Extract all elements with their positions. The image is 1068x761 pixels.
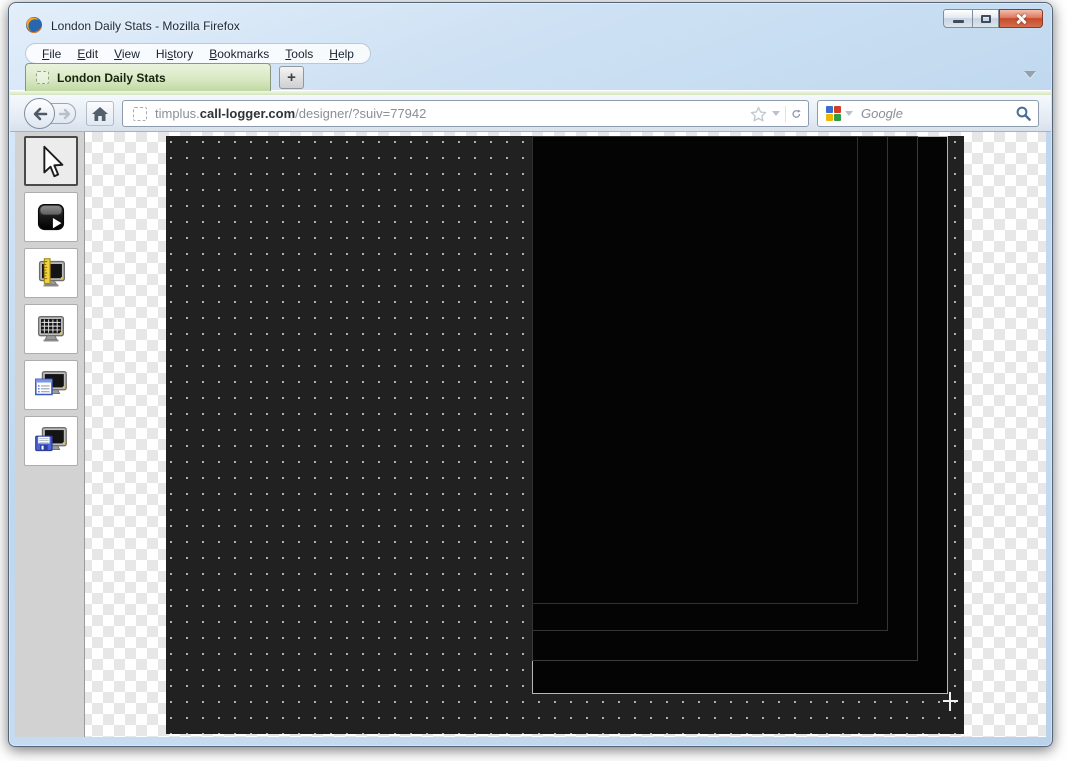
search-box [817,100,1039,127]
label-part: Hi [155,46,168,61]
new-tab-button[interactable]: + [279,66,304,89]
navigation-toolbar: timplus.call-logger.com/designer/?suiv=7… [10,95,1051,132]
url-host: call-logger.com [199,106,296,121]
firefox-icon [26,17,42,33]
tool-display-button[interactable] [24,192,78,242]
forward-arrow-icon [59,108,71,119]
menu-help[interactable]: Help [321,47,362,61]
screen-grid-icon [37,315,65,342]
url-path: /designer/?suiv=77942 [295,106,427,121]
window-title: London Daily Stats - Mozilla Firefox [51,19,240,33]
reload-icon[interactable] [785,105,802,122]
crosshair-cursor [949,692,951,711]
list-all-tabs-chevron-icon[interactable] [1024,71,1036,78]
bookmark-star-icon[interactable] [750,106,767,122]
title-bar: London Daily Stats - Mozilla Firefox [9,3,1052,41]
page-content [15,131,1046,737]
back-arrow-icon [33,107,47,120]
label-part: ile [49,46,62,61]
close-button[interactable] [999,9,1043,28]
urlbar-icons [745,105,802,122]
back-button[interactable] [24,98,55,129]
label-part: ools [291,46,314,61]
menu-bar: File Edit View History Bookmarks Tools H… [25,43,371,64]
tab-label: London Daily Stats [57,70,166,85]
window-controls [943,9,1043,28]
search-engine-dropdown-icon[interactable] [845,111,853,116]
url-subdomain: timplus. [155,106,200,121]
label-part: ookmarks [217,46,270,61]
screen-list-icon [35,371,67,396]
site-favicon-placeholder-icon [133,106,147,121]
label-part: tory [173,46,194,61]
tool-save-button[interactable] [24,416,78,466]
menu-history[interactable]: History [148,47,201,61]
screen-save-icon [35,427,67,452]
menu-bookmarks[interactable]: Bookmarks [201,47,277,61]
tab-favicon-placeholder-icon [36,71,49,84]
designer-canvas[interactable] [166,136,964,734]
tab-london-daily-stats[interactable]: London Daily Stats [25,63,271,91]
screen-play-icon [37,203,65,231]
maximize-icon [980,14,991,23]
designer-tool-palette [15,131,85,737]
tool-properties-button[interactable] [24,360,78,410]
screen-ruler-icon [38,258,65,287]
url-text: timplus.call-logger.com/designer/?suiv=7… [155,106,745,121]
menu-edit[interactable]: Edit [69,47,106,61]
minimize-button[interactable] [943,9,973,28]
label-accesskey: H [329,46,338,61]
tool-grid-button[interactable] [24,304,78,354]
firefox-window: London Daily Stats - Mozilla Firefox Fil… [8,2,1053,747]
home-button[interactable] [86,101,114,126]
cursor-icon [43,145,64,178]
drawn-rectangle-1[interactable] [532,136,858,604]
close-icon [1015,13,1027,25]
bookmark-dropdown-icon[interactable] [772,111,780,116]
label-part: iew [121,46,140,61]
search-input[interactable] [861,106,1015,121]
google-logo-icon [826,106,841,121]
tool-select-button[interactable] [24,136,78,186]
menu-tools[interactable]: Tools [277,47,321,61]
home-icon [92,106,108,121]
menu-file[interactable]: File [34,47,69,61]
menu-view[interactable]: View [106,47,148,61]
label-accesskey: V [114,46,122,61]
label-part: dit [85,46,99,61]
url-bar[interactable]: timplus.call-logger.com/designer/?suiv=7… [122,100,809,127]
maximize-button[interactable] [973,9,999,28]
tool-screen-size-button[interactable] [24,248,78,298]
label-part: elp [337,46,354,61]
minimize-icon [952,20,964,23]
search-magnifier-icon[interactable] [1015,105,1032,122]
